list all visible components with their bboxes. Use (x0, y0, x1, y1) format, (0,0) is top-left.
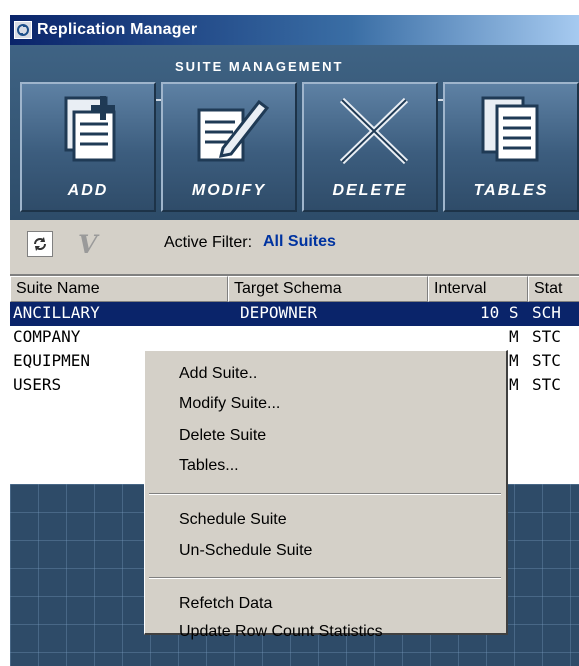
delete-x-icon (339, 97, 409, 165)
column-header-target-schema[interactable]: Target Schema (228, 276, 428, 302)
menu-separator (149, 577, 501, 579)
interval-cell: M (509, 351, 519, 370)
menu-item-schedule-suite[interactable]: Schedule Suite (179, 511, 287, 529)
status-cell: STC (532, 351, 561, 370)
delete-button-label: DELETE (332, 182, 408, 199)
active-filter-label: Active Filter: (164, 234, 253, 251)
delete-button[interactable]: DELETE (302, 82, 438, 212)
interval-cell: 10 S (480, 303, 519, 322)
menu-item-delete-suite[interactable]: Delete Suite (179, 427, 266, 445)
menu-item-tables[interactable]: Tables... (179, 457, 239, 475)
status-cell: STC (532, 327, 561, 346)
target-schema-cell: DEPOWNER (240, 303, 318, 322)
modify-button-label: MODIFY (191, 182, 267, 199)
suite-name-cell: COMPANY (13, 327, 81, 346)
table-row[interactable]: ANCILLARY DEPOWNER 10 S SCH (10, 302, 579, 326)
suite-name-cell: EQUIPMEN (13, 351, 91, 370)
column-header-interval[interactable]: Interval (428, 276, 528, 302)
menu-separator (149, 493, 501, 495)
menu-item-modify-suite[interactable]: Modify Suite... (179, 395, 280, 413)
edit-document-icon (197, 99, 270, 162)
interval-cell: M (509, 327, 519, 346)
menu-item-update-row-count-statistics[interactable]: Update Row Count Statistics (179, 623, 383, 641)
menu-item-refetch-data[interactable]: Refetch Data (179, 595, 272, 613)
table-row[interactable]: COMPANY M STC (10, 326, 579, 350)
suite-name-cell: ANCILLARY (13, 303, 100, 322)
column-header-status[interactable]: Stat (528, 276, 579, 302)
filter-v-icon[interactable]: V (78, 230, 97, 259)
add-document-icon (64, 96, 116, 162)
menu-item-add-suite[interactable]: Add Suite.. (179, 365, 257, 383)
add-button[interactable]: ADD (20, 82, 156, 212)
menu-item-unschedule-suite[interactable]: Un-Schedule Suite (179, 542, 312, 560)
window-title: Replication Manager (37, 21, 198, 38)
tables-button[interactable]: TABLES (443, 82, 579, 212)
add-button-label: ADD (67, 182, 109, 199)
active-filter-value[interactable]: All Suites (263, 233, 336, 251)
section-title: SUITE MANAGEMENT (175, 59, 344, 74)
suite-name-cell: USERS (13, 375, 62, 394)
status-cell: STC (532, 375, 561, 394)
refresh-icon[interactable] (27, 231, 53, 257)
app-icon (14, 21, 32, 39)
interval-cell: M (509, 375, 519, 394)
tables-button-label: TABLES (473, 182, 549, 199)
column-header-suite-name[interactable]: Suite Name (10, 276, 228, 302)
tables-icon (481, 96, 539, 162)
status-cell: SCH (532, 303, 561, 322)
title-bar[interactable]: Replication Manager (10, 15, 579, 45)
filter-bar: V Active Filter: All Suites (10, 220, 579, 274)
modify-button[interactable]: MODIFY (161, 82, 297, 212)
context-menu: Add Suite.. Modify Suite... Delete Suite… (144, 350, 508, 640)
